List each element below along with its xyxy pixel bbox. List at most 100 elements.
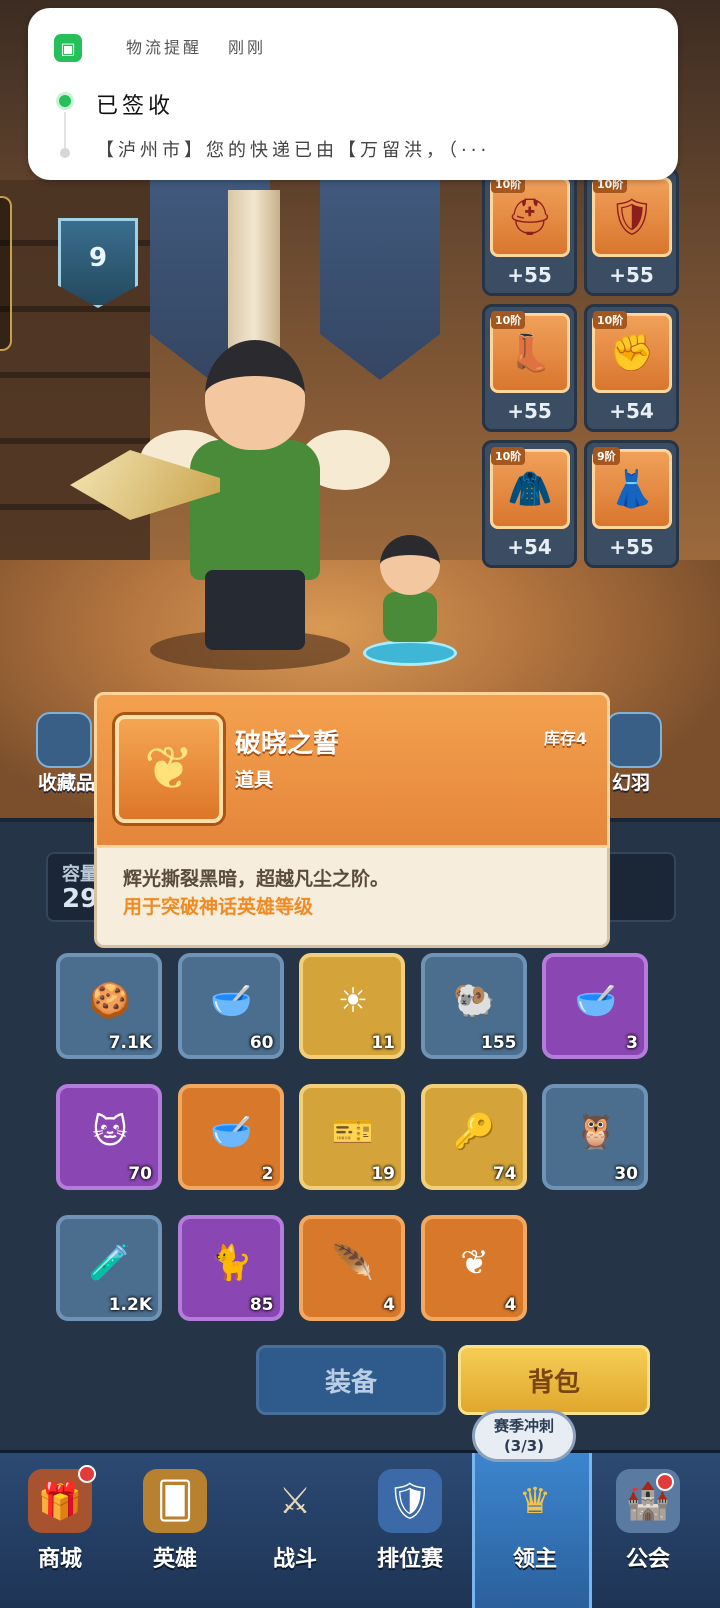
inventory-slot[interactable]: 🐱 70 [56,1084,162,1190]
nav-label: 商城 [37,1547,82,1572]
cookie-icon: 🍪 [88,981,132,1021]
collection-label[interactable]: 收藏品 [38,768,95,795]
dawn-oath-icon: ❦ [115,715,223,823]
item-count: 4 [383,1295,395,1315]
owl-puzzle-icon: 🦉 [574,1112,618,1152]
dawn-oath-icon: ❦ [460,1243,489,1283]
nav-label: 英雄 [152,1547,197,1572]
item-count: 3 [626,1033,638,1053]
lord-crown-icon: ♛ [518,1480,552,1522]
equip-tier: 10阶 [593,311,628,329]
item-type: 道具 [235,769,274,791]
shadow-cat-puzzle-icon: 🐈 [210,1243,253,1283]
nav-guild[interactable]: 🏰 公会 [588,1453,708,1608]
item-count: 7.1K [108,1033,152,1053]
item-count: 11 [371,1033,395,1053]
equip-bonus: +55 [609,535,654,559]
hero-body [190,440,320,580]
crossed-swords-icon: ⚔ [278,1480,312,1522]
equip-tier: 10阶 [491,311,526,329]
equip-bonus: +55 [507,263,552,287]
item-count: 30 [614,1164,638,1184]
hero-card-icon: 🂠 [143,1469,207,1533]
inventory-slot[interactable]: 🥣 2 [177,1084,284,1190]
inventory-slot[interactable]: 🍪 7.1K [56,953,162,1059]
hero-legs [205,570,305,650]
season-progress: (3/3) [503,1437,545,1455]
phantom-feather-label[interactable]: 幻羽 [612,768,650,795]
nav-label: 领主 [512,1547,557,1572]
item-tooltip: ❦ 破晓之誓 道具 库存4 辉光撕裂黑暗，超越凡尘之阶。 用于突破神话英雄等级 [94,692,610,948]
nav-lord[interactable]: ♛ 领主 [472,1453,592,1608]
inventory-slot[interactable]: 🪶 4 [299,1215,405,1321]
item-count: 60 [249,1033,274,1053]
capacity-value: 29 [62,884,99,914]
capacity-label: 容量 [62,864,98,885]
item-count: 4 [504,1295,517,1315]
inventory-slot[interactable]: ☀ 11 [299,953,405,1059]
inventory-slot[interactable]: 🐏 155 [420,953,527,1059]
equip-tier: 9阶 [593,447,620,465]
inventory-slot[interactable]: 🎫 19 [299,1084,405,1190]
rank-level: 9 [88,243,108,273]
item-count: 2 [261,1164,274,1184]
tooltip-header: ❦ 破晓之誓 道具 库存4 [94,692,610,848]
hero-character[interactable] [70,330,390,660]
equip-slot-cape[interactable]: 🧥 10阶 +54 [482,440,577,568]
tooltip-body: 辉光撕裂黑暗，超越凡尘之阶。 用于突破神话英雄等级 [94,848,610,948]
pet-body [383,592,437,642]
gold-potion-bowl-icon: 🥣 [210,1112,253,1152]
bottom-nav: 🎁 商城 🂠 英雄 ⚔ 战斗 🛡 排位赛 ♛ 领主 🏰 公会 [0,1450,720,1608]
nav-label: 排位赛 [376,1547,443,1572]
equip-bonus: +55 [609,263,654,287]
timeline-line [64,112,66,150]
inventory-slot[interactable]: 🥣 3 [542,953,648,1059]
blue-potion-bowl-icon: 🥣 [210,981,253,1021]
item-count: 70 [128,1164,152,1184]
inventory-slot[interactable]: 🔑 74 [420,1084,527,1190]
item-count: 1.2K [108,1295,152,1315]
inventory-slot[interactable]: 🥣 60 [177,953,284,1059]
item-count: 19 [371,1164,395,1184]
equip-bonus: +55 [507,399,552,423]
nav-shop[interactable]: 🎁 商城 [0,1453,120,1608]
equip-slot-boots[interactable]: 👢 10阶 +55 [482,304,577,432]
side-drawer-handle[interactable] [0,196,12,351]
bag-tab-button[interactable]: 背包 [458,1345,650,1415]
logistics-notification[interactable]: ▣ 物流提醒 刚刚 已签收 【泸州市】您的快递已由【万留洪，（··· [28,8,678,180]
nav-label: 公会 [625,1547,670,1572]
golden-key-icon: 🔑 [453,1112,496,1152]
inventory-slot[interactable]: 🐈 85 [177,1215,284,1321]
notification-message: 【泸州市】您的快递已由【万留洪，（··· [96,140,491,161]
equip-slot-armor[interactable]: 🛡 10阶 +55 [584,168,679,296]
notification-app-name: 物流提醒 [126,38,203,57]
pet-head [380,535,440,595]
equip-tier: 10阶 [491,447,526,465]
collection-feather-icon[interactable] [36,712,92,768]
equip-slot-gauntlet[interactable]: ✊ 10阶 +54 [584,304,679,432]
item-description: 辉光撕裂黑暗，超越凡尘之阶。 [123,868,390,890]
nav-battle[interactable]: ⚔ 战斗 [235,1453,355,1608]
pet-character[interactable] [355,530,465,670]
purple-potion-bowl-icon: 🥣 [574,981,618,1021]
nav-hero[interactable]: 🂠 英雄 [115,1453,235,1608]
inventory-slot[interactable]: 🦉 30 [542,1084,648,1190]
equip-tab-button[interactable]: 装备 [256,1345,446,1415]
item-stock: 库存4 [543,729,587,748]
equip-slot-skirt[interactable]: 👗 9阶 +55 [584,440,679,568]
nav-ranked[interactable]: 🛡 排位赛 [350,1453,470,1608]
season-title: 赛季冲刺 [493,1417,554,1435]
notification-title: 已签收 [96,94,175,119]
equip-bonus: +54 [507,535,552,559]
inventory-slot[interactable]: 🧪 1.2K [56,1215,162,1321]
notification-time: 刚刚 [228,38,267,57]
cat-puzzle-icon: 🐱 [92,1112,128,1152]
item-count: 85 [249,1295,274,1315]
phantom-feather-icon[interactable] [606,712,662,768]
timeline-dot [60,148,70,158]
item-count: 74 [492,1164,517,1184]
season-sprint-badge[interactable]: 赛季冲刺 (3/3) [472,1410,576,1462]
item-name: 破晓之誓 [235,729,340,759]
inventory-slot[interactable]: ❦ 4 [420,1215,527,1321]
equip-slot-helmet[interactable]: ⛑ 10阶 +55 [482,168,577,296]
